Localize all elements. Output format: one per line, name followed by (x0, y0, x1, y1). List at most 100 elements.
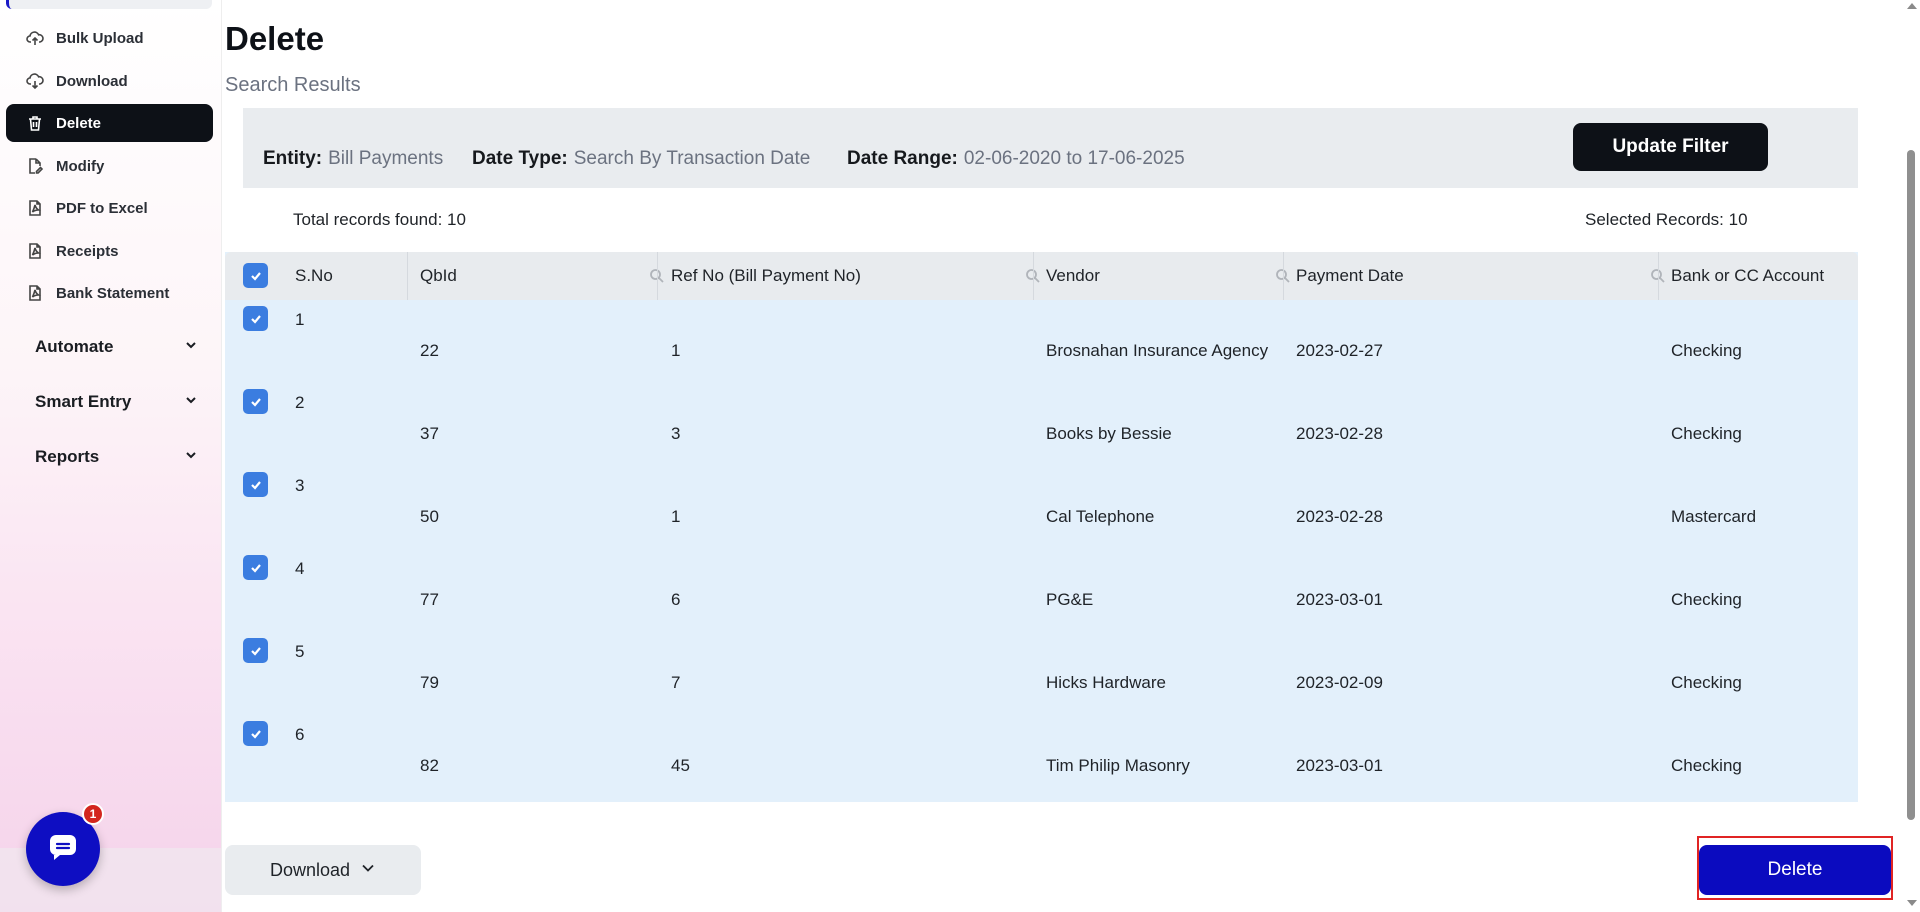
select-all-checkbox[interactable] (243, 263, 268, 288)
sidebar-item-label: Receipts (56, 242, 119, 260)
cloud-download-icon (26, 72, 44, 90)
cell-payment-date: 2023-03-01 (1296, 756, 1383, 775)
cell-sno: 4 (295, 559, 305, 578)
cell-vendor: Cal Telephone (1046, 507, 1155, 526)
update-filter-button[interactable]: Update Filter (1573, 123, 1768, 171)
pdf-icon (26, 199, 44, 217)
table-row[interactable]: 5 79 7 Hicks Hardware 2023-02-09 Checkin… (225, 632, 1858, 715)
download-dropdown-button[interactable]: Download (225, 845, 421, 895)
cell-sno: 1 (295, 310, 305, 329)
cell-vendor: Hicks Hardware (1046, 673, 1166, 692)
cell-vendor: Brosnahan Insurance Agency (1046, 341, 1269, 360)
page-scrollbar[interactable] (1902, 0, 1920, 912)
cell-payment-date: 2023-02-28 (1296, 507, 1383, 526)
cell-vendor: Books by Bessie (1046, 424, 1172, 443)
sidebar-item-pdf-to-excel[interactable]: PDF to Excel (6, 189, 213, 227)
row-checkbox[interactable] (243, 721, 268, 746)
column-divider (1283, 252, 1284, 300)
cell-sno: 3 (295, 476, 305, 495)
cell-ref-no: 6 (671, 590, 681, 609)
cell-sno: 5 (295, 642, 305, 661)
sidebar-item-label: Bulk Upload (56, 29, 144, 47)
sidebar-item-label: Delete (56, 114, 102, 132)
cell-qbid: 79 (420, 673, 439, 692)
column-header-vendor[interactable]: Vendor (1046, 252, 1296, 300)
cell-bank-account: Checking (1671, 590, 1742, 609)
cell-ref-no: 1 (671, 341, 681, 360)
cell-ref-no: 7 (671, 673, 681, 692)
main-content: Delete Search Results Entity: Bill Paymen… (222, 0, 1902, 912)
table-row[interactable]: 1 22 1 Brosnahan Insurance Agency 2023-0… (225, 300, 1858, 383)
sidebar-group-automate[interactable]: Automate (6, 327, 206, 367)
cell-payment-date: 2023-02-28 (1296, 424, 1383, 443)
table-row[interactable]: 6 82 45 Tim Philip Masonry 2023-03-01 Ch… (225, 715, 1858, 798)
trash-icon (26, 114, 44, 132)
filter-entity: Entity: Bill Payments (263, 148, 443, 170)
sidebar-group-reports[interactable]: Reports (6, 437, 206, 477)
cell-qbid: 77 (420, 590, 439, 609)
checkbox[interactable] (243, 263, 268, 288)
sidebar-group-smart-entry[interactable]: Smart Entry (6, 382, 206, 422)
scroll-thumb[interactable] (1907, 150, 1915, 820)
cell-sno: 2 (295, 393, 305, 412)
edit-file-icon (26, 157, 44, 175)
chevron-down-icon (184, 392, 198, 412)
column-divider (657, 252, 658, 300)
cell-payment-date: 2023-02-27 (1296, 341, 1383, 360)
sidebar-top-item[interactable] (6, 0, 212, 9)
table-row[interactable]: 2 37 3 Books by Bessie 2023-02-28 Checki… (225, 383, 1858, 466)
notification-badge: 1 (82, 803, 104, 825)
column-header-payment-date[interactable]: Payment Date (1296, 252, 1671, 300)
chevron-down-icon (184, 447, 198, 467)
cell-bank-account: Checking (1671, 341, 1742, 360)
cell-qbid: 50 (420, 507, 439, 526)
table-row[interactable]: 4 77 6 PG&E 2023-03-01 Checking (225, 549, 1858, 632)
chevron-down-icon (360, 860, 376, 881)
page-subtitle: Search Results (225, 74, 361, 96)
column-header-label: S.No (295, 266, 333, 285)
cell-bank-account: Checking (1671, 424, 1742, 443)
cell-payment-date: 2023-03-01 (1296, 590, 1383, 609)
sidebar-item-bulk-upload[interactable]: Bulk Upload (6, 19, 213, 57)
sidebar-group-label: Automate (35, 337, 114, 356)
row-checkbox[interactable] (243, 638, 268, 663)
table-row[interactable]: 3 50 1 Cal Telephone 2023-02-28 Masterca… (225, 466, 1858, 549)
results-table: S.No QbId Ref No (Bill Payment No) Vendo… (225, 252, 1858, 802)
cell-qbid: 82 (420, 756, 439, 775)
column-divider (1658, 252, 1659, 300)
scroll-down-arrow-icon[interactable] (1907, 900, 1917, 906)
total-records: Total records found: 10 (293, 210, 466, 229)
filter-date-type-label: Date Type: (472, 148, 568, 169)
row-checkbox[interactable] (243, 555, 268, 580)
sidebar-item-receipts[interactable]: Receipts (6, 232, 213, 270)
column-divider (1033, 252, 1034, 300)
scroll-up-arrow-icon[interactable] (1907, 3, 1917, 9)
selected-records: Selected Records: 10 (1585, 210, 1748, 229)
cell-ref-no: 45 (671, 756, 690, 775)
row-checkbox[interactable] (243, 306, 268, 331)
column-header-label: Bank or CC Account (1671, 266, 1825, 285)
column-header-ref-no[interactable]: Ref No (Bill Payment No) (671, 252, 1046, 300)
column-header-label: Vendor (1046, 266, 1100, 285)
column-header-label: Ref No (Bill Payment No) (671, 266, 861, 285)
sidebar-item-bank-statement[interactable]: Bank Statement (6, 274, 213, 312)
sidebar-item-modify[interactable]: Modify (6, 147, 213, 185)
column-header-qbid[interactable]: QbId (420, 252, 670, 300)
download-button-label: Download (269, 859, 351, 880)
sidebar-item-label: PDF to Excel (56, 199, 148, 217)
column-header-label: QbId (420, 266, 457, 285)
column-header-bank-account[interactable]: Bank or CC Account (1671, 252, 1858, 300)
column-header-sno[interactable]: S.No (295, 252, 406, 300)
sidebar-item-label: Bank Statement (56, 284, 170, 302)
delete-button[interactable]: Delete (1699, 845, 1891, 895)
sidebar-item-download[interactable]: Download (6, 62, 213, 100)
chevron-down-icon (184, 337, 198, 357)
filter-date-type: Date Type: Search By Transaction Date (472, 148, 810, 170)
chat-icon (48, 833, 78, 866)
sidebar-group-label: Smart Entry (35, 392, 132, 411)
sidebar-group-label: Reports (35, 447, 100, 466)
row-checkbox[interactable] (243, 389, 268, 414)
cell-bank-account: Checking (1671, 673, 1742, 692)
row-checkbox[interactable] (243, 472, 268, 497)
sidebar-item-delete[interactable]: Delete (6, 104, 213, 142)
